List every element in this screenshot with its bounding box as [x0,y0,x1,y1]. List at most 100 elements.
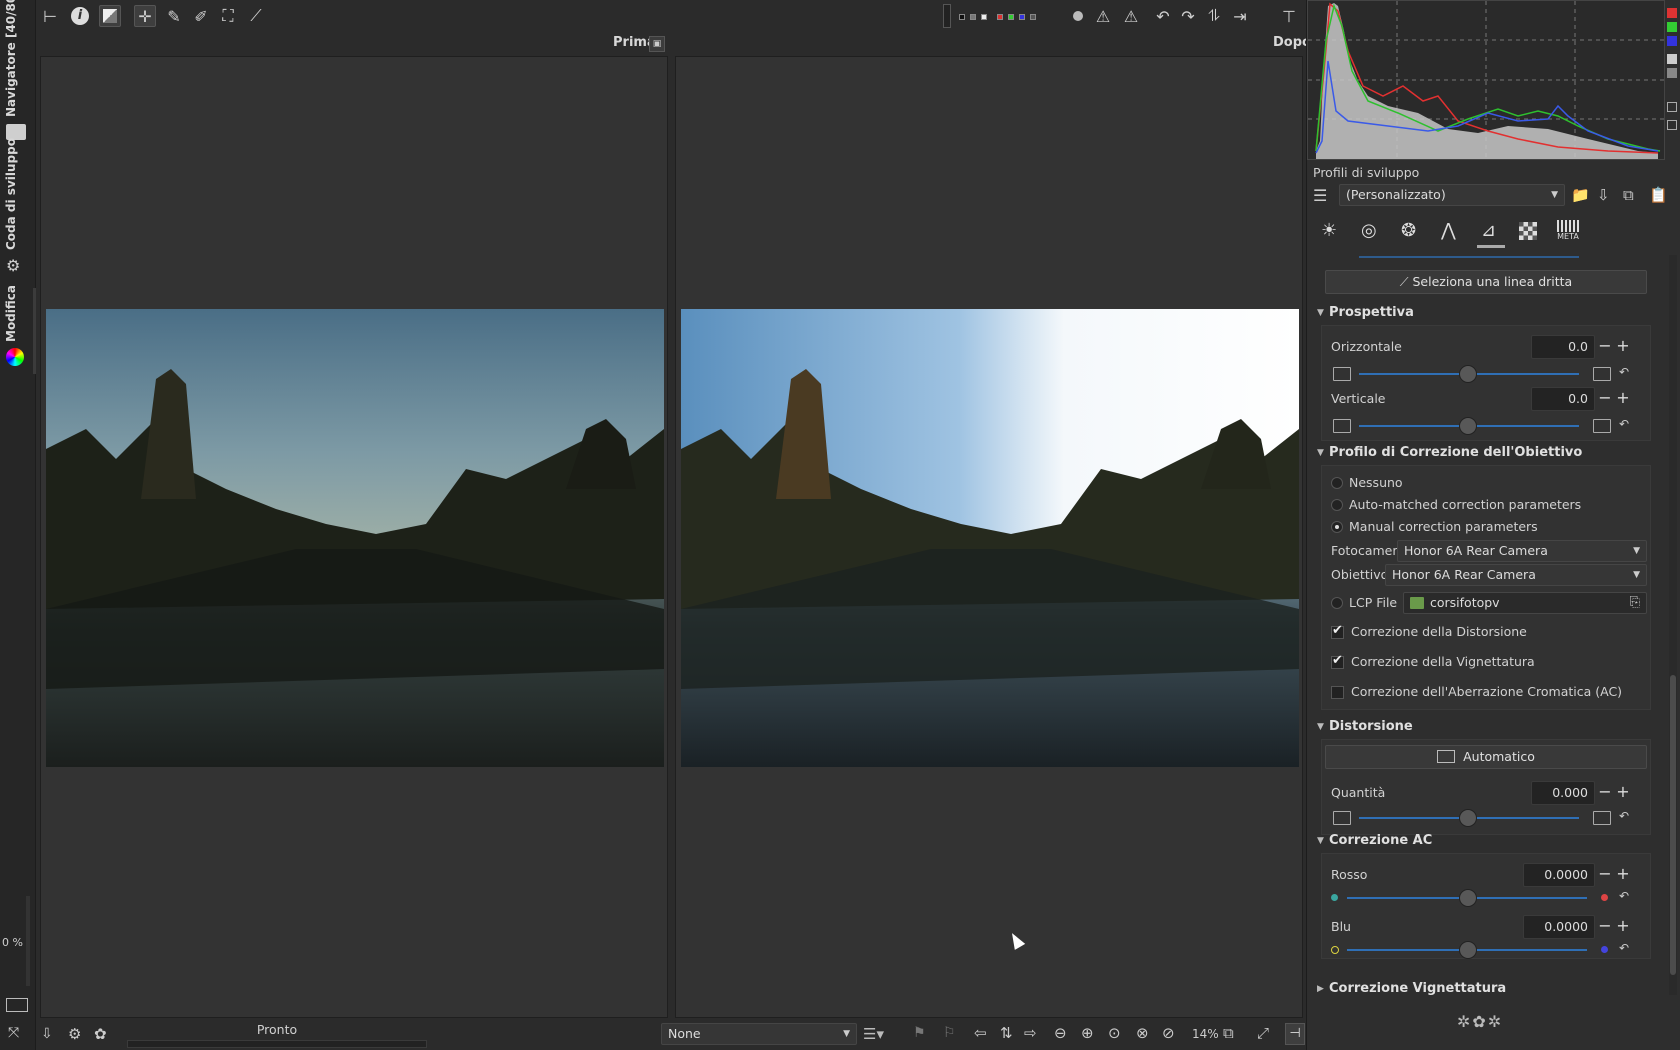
lens-profile-title[interactable]: Profilo di Correzione dell'Obiettivo [1329,445,1582,460]
next-image-icon[interactable]: ⇨ [1024,1024,1037,1042]
before-view[interactable] [40,56,668,1018]
collapse-left-icon[interactable]: ⊢ [39,5,61,27]
vertical-slider-knob[interactable] [1459,417,1477,435]
hist-luminance-toggle[interactable] [1667,54,1677,64]
camera-select[interactable]: Honor 6A Rear Camera ▼ [1397,540,1647,562]
radio-none[interactable] [1331,477,1343,489]
zoom-fit-crop-icon[interactable]: ⊘ [1162,1024,1175,1042]
distortion-title[interactable]: Distorsione [1329,719,1413,734]
vertical-value[interactable]: 0.0 [1531,387,1595,411]
horizontal-minus-button[interactable]: − [1597,336,1613,355]
blue-minus-button[interactable]: − [1597,916,1613,935]
shadow-clipping-icon[interactable]: ⚠ [1092,5,1114,27]
next-flag-icon[interactable]: ⚐ [943,1025,956,1041]
collapse-right-icon[interactable]: ⊣ [1285,1023,1305,1045]
hand-tool-icon[interactable]: ✛ [134,5,156,27]
ca-correction-title[interactable]: Correzione AC [1329,833,1432,848]
channel-green[interactable] [1008,14,1014,20]
hist-chroma-toggle[interactable] [1667,68,1677,78]
amount-plus-button[interactable]: + [1615,782,1631,801]
channel-red[interactable] [997,14,1003,20]
vertical-plus-button[interactable]: + [1615,388,1631,407]
new-window-icon[interactable]: ⧉ [1223,1024,1234,1042]
tab-edit[interactable]: Modifica [4,285,18,342]
vignetting-correction-checkbox[interactable] [1331,653,1344,669]
ca-correction-checkbox[interactable] [1331,686,1344,699]
expander-down-icon[interactable]: ▼ [1317,722,1324,732]
radio-manual[interactable] [1331,521,1343,533]
prev-flag-icon[interactable]: ⚑ [913,1025,926,1041]
profile-list-icon[interactable]: ☰ [1313,186,1327,205]
panel-scrollbar-thumb[interactable] [1670,675,1676,975]
expander-right-icon[interactable]: ▶ [1317,984,1324,994]
flip-horizontal-icon[interactable]: ⇥ [1229,5,1251,27]
before-after-icon[interactable] [99,5,121,27]
fullscreen-icon[interactable]: ⤢ [1257,1024,1269,1042]
hist-green-toggle[interactable] [1667,22,1677,32]
radio-auto-matched[interactable] [1331,499,1343,511]
tab-metadata[interactable]: META [1557,220,1579,242]
tab-exposure-icon[interactable]: ☀ [1321,220,1337,241]
select-straight-line-button[interactable]: ⟋ Seleziona una linea dritta [1325,270,1647,294]
filmstrip-icon[interactable] [6,998,28,1012]
highlight-clipping-icon[interactable]: ⚠ [1120,5,1142,27]
channel-luminance[interactable] [1030,14,1036,20]
reset-icon[interactable]: ↶ [1619,809,1629,823]
rotate-right-icon[interactable]: ↷ [1177,5,1199,27]
queue-settings-icon[interactable]: ⚙ [68,1025,81,1043]
sync-icon[interactable]: ⇅ [1000,1024,1013,1042]
vertical-minus-button[interactable]: − [1597,388,1613,407]
color-wheel-icon[interactable] [6,348,24,366]
hist-raw-toggle[interactable] [1667,102,1677,112]
red-slider-knob[interactable] [1459,889,1477,907]
red-value[interactable]: 0.0000 [1523,863,1595,887]
channel-gray[interactable] [970,14,976,20]
red-minus-button[interactable]: − [1597,864,1613,883]
panel-scrollbar[interactable] [1669,255,1677,995]
copy-profile-icon[interactable]: ⧉ [1623,186,1634,204]
gear-icon[interactable]: ⚙ [6,256,24,275]
tab-detail-icon[interactable]: ◎ [1361,220,1377,241]
channel-white[interactable] [981,14,987,20]
vertical-slider[interactable] [26,896,30,986]
hist-blue-toggle[interactable] [1667,36,1677,46]
save-icon[interactable]: ⇩ [41,1026,53,1042]
open-profile-icon[interactable]: 📁 [1571,186,1590,204]
channel-black[interactable] [959,14,965,20]
color-picker-icon[interactable]: ✐ [190,5,212,27]
expander-down-icon[interactable]: ▼ [1317,308,1324,318]
blue-value[interactable]: 0.0000 [1523,915,1595,939]
perspective-title[interactable]: Prospettiva [1329,305,1414,320]
collapse-top-icon[interactable]: ⊤ [1278,5,1300,27]
auto-distortion-button[interactable]: Automatico [1325,745,1647,769]
tab-raw-icon[interactable] [1519,222,1537,240]
after-view[interactable] [675,56,1303,1018]
hist-bar-toggle[interactable] [1667,120,1677,130]
expander-down-icon[interactable]: ▼ [1317,448,1324,458]
tab-transform[interactable]: ⊿ [1477,218,1505,248]
filter-select[interactable]: None ▼ [661,1023,857,1045]
paste-profile-icon[interactable]: 📋 [1649,186,1668,204]
amount-slider-knob[interactable] [1459,809,1477,827]
zoom-100-icon[interactable]: ⊙ [1108,1024,1121,1042]
hist-red-toggle[interactable] [1667,8,1677,18]
horizontal-value[interactable]: 0.0 [1531,335,1595,359]
horizontal-plus-button[interactable]: + [1615,336,1631,355]
tool-panel-scroll[interactable]: ⟋ Seleziona una linea dritta ▼ Prospetti… [1311,255,1663,1003]
horizontal-slider-knob[interactable] [1459,365,1477,383]
distortion-correction-checkbox[interactable] [1331,623,1344,639]
tab-navigator[interactable]: Navigatore [40/80] [4,0,18,117]
amount-minus-button[interactable]: − [1597,782,1613,801]
console-icon[interactable]: ☰▾ [863,1025,884,1043]
preview-toggle[interactable] [943,4,951,28]
lens-select[interactable]: Honor 6A Rear Camera ▼ [1385,564,1647,586]
channel-blue[interactable] [1019,14,1025,20]
tab-queue[interactable]: Coda di sviluppo [4,138,18,250]
zoom-in-icon[interactable]: ⊕ [1081,1024,1094,1042]
rotate-left-icon[interactable]: ↶ [1152,5,1174,27]
radio-lcp-file[interactable] [1331,597,1343,609]
tab-advanced-icon[interactable]: ⋀ [1441,220,1456,241]
vignetting-title[interactable]: Correzione Vignettatura [1329,981,1506,996]
expander-down-icon[interactable]: ▼ [1317,836,1324,846]
tab-color-icon[interactable]: ❂ [1401,220,1416,241]
